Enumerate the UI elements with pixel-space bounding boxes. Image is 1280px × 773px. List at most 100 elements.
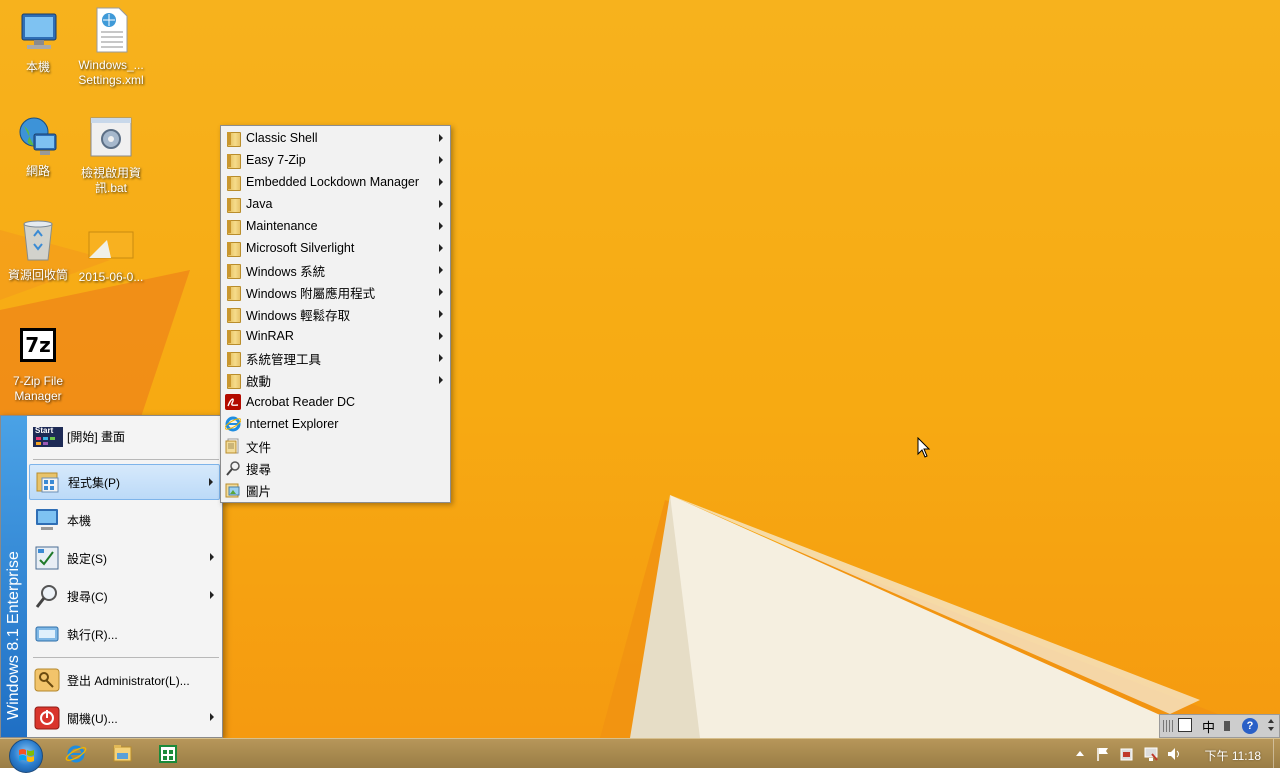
submenu-arrow-icon (210, 713, 214, 721)
desktop-icon-label: Windows_... Settings.xml (78, 58, 144, 87)
programs-item-documents[interactable]: 文件 (221, 435, 450, 457)
7zip-logo-icon: 7z (14, 322, 62, 370)
folder-icon (225, 284, 241, 301)
folder-icon (225, 196, 241, 213)
programs-item-java[interactable]: Java (221, 193, 450, 215)
start-menu-item-run[interactable]: 執行(R)... (29, 616, 220, 652)
gear-window-icon (87, 114, 135, 162)
folder-icon (225, 152, 241, 169)
start-menu-item-settings[interactable]: 設定(S) (29, 540, 220, 576)
submenu-arrow-icon (439, 222, 443, 230)
desktop-icon-label: 7-Zip File Manager (12, 374, 63, 403)
programs-item-admin-tools[interactable]: 系統管理工具 (221, 347, 450, 369)
key-icon (33, 666, 61, 694)
language-bar: 中 ? (1159, 714, 1280, 738)
start-menu-item-logoff[interactable]: 登出 Administrator(L)... (29, 662, 220, 698)
start-menu-item-search[interactable]: 搜尋(C) (29, 578, 220, 614)
start-menu-item-label: 執行(R)... (67, 627, 118, 642)
computer-icon (33, 506, 61, 534)
submenu-arrow-icon (439, 134, 443, 142)
help-icon[interactable]: ? (1242, 718, 1258, 734)
windows-logo-icon (19, 749, 34, 762)
desktop-icon-image-file[interactable]: 2015-06-0... (73, 218, 149, 285)
submenu-arrow-icon (439, 156, 443, 164)
show-hidden-icons-arrow[interactable] (1072, 746, 1088, 762)
7zip-logo-text: 7z (20, 328, 56, 362)
programs-item-windows-ease-of-access[interactable]: Windows 輕鬆存取 (221, 303, 450, 325)
action-center-flag-icon[interactable] (1095, 746, 1111, 762)
programs-item-pictures[interactable]: 圖片 (221, 479, 450, 501)
search-icon (225, 460, 241, 476)
submenu-arrow-icon (210, 591, 214, 599)
submenu-arrow-icon (209, 478, 213, 486)
search-icon (33, 582, 61, 610)
programs-item-label: 文件 (246, 440, 272, 455)
run-icon (33, 620, 61, 648)
programs-item-silverlight[interactable]: Microsoft Silverlight (221, 237, 450, 259)
start-menu-item-label: 關機(U)... (67, 711, 118, 726)
folder-icon (225, 130, 241, 147)
submenu-arrow-icon (439, 178, 443, 186)
programs-item-search[interactable]: 搜尋 (221, 457, 450, 479)
programs-item-internet-explorer[interactable]: Internet Explorer (221, 413, 450, 435)
taskbar-internet-explorer[interactable] (56, 741, 96, 767)
start-menu-item-label: 程式集(P) (68, 475, 120, 490)
programs-item-label: Internet Explorer (246, 417, 339, 431)
usb-device-icon[interactable] (1119, 746, 1135, 762)
language-bar-grip[interactable] (1163, 720, 1175, 732)
show-desktop-button[interactable] (1273, 739, 1280, 769)
folder-icon (225, 174, 241, 191)
submenu-arrow-icon (439, 288, 443, 296)
programs-item-label: Acrobat Reader DC (246, 395, 356, 409)
ime-icon[interactable] (1178, 718, 1192, 732)
desktop-icon-settings-xml[interactable]: Windows_... Settings.xml (73, 6, 149, 88)
programs-item-label: Maintenance (246, 219, 318, 233)
language-bar-options-icon[interactable] (1268, 719, 1276, 733)
programs-item-startup[interactable]: 啟動 (221, 369, 450, 391)
taskbar-file-explorer[interactable] (102, 741, 142, 767)
network-status-icon[interactable] (1143, 746, 1159, 762)
start-menu-item-programs[interactable]: 程式集(P) (29, 464, 220, 500)
desktop-icon-network[interactable]: 網路 (0, 112, 76, 179)
start-menu-item-this-pc[interactable]: 本機 (29, 502, 220, 538)
mouse-cursor-icon (917, 437, 931, 458)
desktop-icon-label: 資源回收筒 (7, 268, 68, 282)
submenu-arrow-icon (439, 200, 443, 208)
desktop-icon-bat-file[interactable]: 檢視啟用資 訊.bat (73, 114, 149, 196)
start-menu-item-start-screen[interactable]: Start [開始] 畫面 (29, 418, 220, 454)
programs-item-label: Classic Shell (246, 131, 318, 145)
programs-item-classic-shell[interactable]: Classic Shell (221, 127, 450, 149)
programs-item-label: Java (246, 197, 273, 211)
programs-item-label: Embedded Lockdown Manager (246, 175, 420, 189)
start-menu-item-label: [開始] 畫面 (67, 429, 126, 444)
programs-item-windows-system[interactable]: Windows 系統 (221, 259, 450, 281)
programs-item-label: Easy 7-Zip (246, 153, 306, 167)
programs-item-maintenance[interactable]: Maintenance (221, 215, 450, 237)
programs-item-easy-7zip[interactable]: Easy 7-Zip (221, 149, 450, 171)
programs-submenu: Classic Shell Easy 7-Zip Embedded Lockdo… (220, 125, 451, 503)
programs-item-label: 系統管理工具 (246, 352, 322, 367)
submenu-arrow-icon (439, 354, 443, 362)
taskbar-clock[interactable]: 下午 11:18 (1205, 747, 1261, 764)
submenu-arrow-icon (439, 266, 443, 274)
desktop-icon-label: 檢視啟用資 訊.bat (80, 166, 141, 195)
taskbar-store[interactable] (148, 741, 188, 767)
desktop-icon-recycle-bin[interactable]: 資源回收筒 (0, 216, 76, 283)
desktop-icon-label: 2015-06-0... (78, 270, 144, 284)
programs-item-label: Microsoft Silverlight (246, 241, 355, 255)
volume-icon[interactable] (1166, 746, 1182, 762)
programs-item-windows-accessories[interactable]: Windows 附屬應用程式 (221, 281, 450, 303)
desktop-icon-this-pc[interactable]: 本機 (0, 8, 76, 75)
documents-icon (225, 438, 241, 454)
start-menu-item-shutdown[interactable]: 關機(U)... (29, 700, 220, 736)
programs-item-winrar[interactable]: WinRAR (221, 325, 450, 347)
ime-mode-icon[interactable] (1224, 721, 1230, 731)
ime-language-indicator[interactable]: 中 (1202, 717, 1215, 736)
programs-item-label: 搜尋 (246, 462, 272, 477)
xml-file-icon (87, 6, 135, 54)
desktop-icon-7zip[interactable]: 7z 7-Zip File Manager (0, 322, 76, 404)
programs-item-acrobat-reader[interactable]: Acrobat Reader DC (221, 391, 450, 413)
internet-explorer-icon (224, 416, 242, 432)
programs-item-embedded-lockdown-manager[interactable]: Embedded Lockdown Manager (221, 171, 450, 193)
submenu-arrow-icon (210, 553, 214, 561)
